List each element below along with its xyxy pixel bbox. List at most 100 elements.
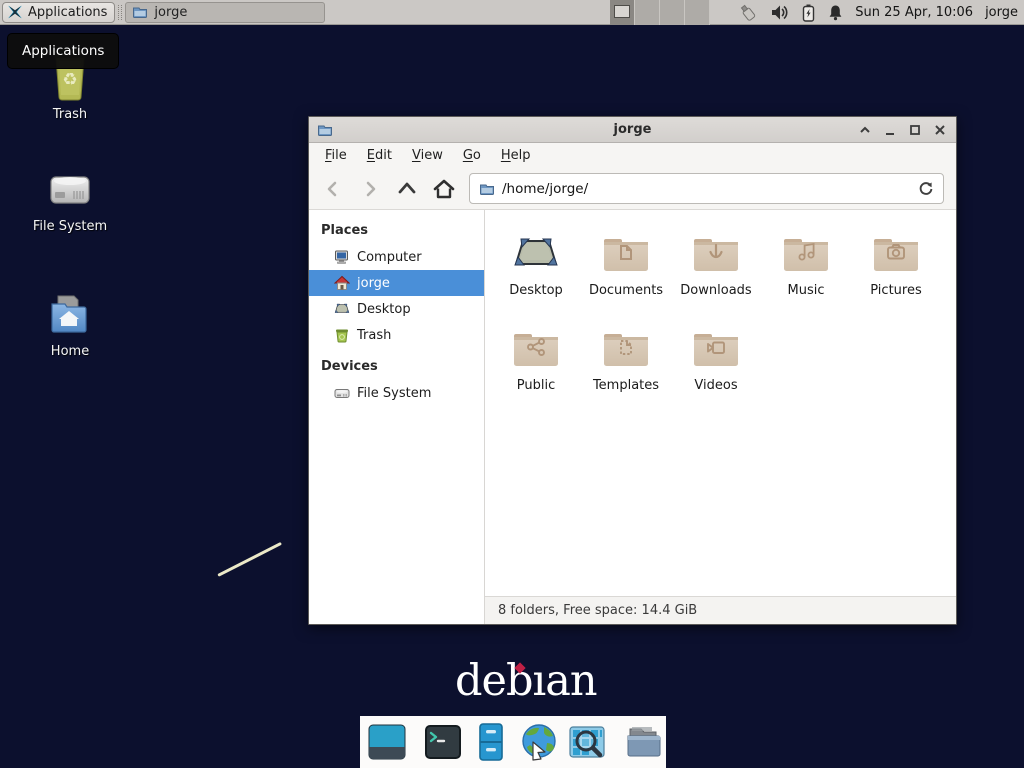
menubar: File Edit View Go Help	[309, 143, 956, 168]
sidebar-item-label: File System	[357, 386, 431, 401]
folder-label: Music	[761, 283, 851, 298]
sidebar-item-jorge[interactable]: jorge	[309, 270, 484, 296]
workspace-2[interactable]	[635, 0, 660, 25]
notifications-bell-icon[interactable]	[828, 4, 843, 21]
folder-templates[interactable]: Templates	[581, 321, 671, 416]
forward-button[interactable]	[352, 174, 387, 204]
sidebar-item-trash[interactable]: Trash	[309, 322, 484, 348]
workspace-3[interactable]	[660, 0, 685, 25]
address-path: /home/jorge/	[502, 181, 588, 197]
folder-icon	[132, 4, 148, 20]
xfce-logo-icon	[6, 3, 24, 21]
window-controls	[857, 122, 948, 138]
sidebar-header-places: Places	[309, 216, 484, 244]
folder-public[interactable]: Public	[491, 321, 581, 416]
desktop-icon-label: Trash	[22, 107, 118, 122]
folder-label: Downloads	[671, 283, 761, 298]
up-button[interactable]	[389, 174, 424, 204]
home-folder-icon	[46, 290, 94, 338]
window-titlebar[interactable]: jorge	[309, 117, 956, 143]
system-tray: Sun 25 Apr, 10:06 jorge	[737, 0, 1018, 25]
folder-downloads[interactable]: Downloads	[671, 226, 761, 321]
desktop-icon-label: Home	[22, 344, 118, 359]
trash-icon	[334, 327, 350, 343]
address-bar[interactable]: /home/jorge/	[469, 173, 944, 204]
sidebar-header-devices: Devices	[309, 352, 484, 380]
reload-button[interactable]	[918, 181, 934, 197]
menu-go[interactable]: Go	[453, 145, 491, 166]
desktop-icon-home[interactable]: Home	[22, 290, 118, 359]
sidebar-item-label: Trash	[357, 328, 391, 343]
folder-label: Pictures	[851, 283, 941, 298]
folder-label: Documents	[581, 283, 671, 298]
battery-icon[interactable]	[801, 4, 816, 22]
svg-text:♻: ♻	[62, 70, 77, 90]
menu-file[interactable]: File	[315, 145, 357, 166]
desktop-artifact-line	[217, 542, 282, 577]
home-icon	[334, 275, 350, 291]
toolbar: /home/jorge/	[309, 168, 956, 210]
menu-help[interactable]: Help	[491, 145, 541, 166]
panel-grip	[118, 5, 122, 20]
folder-desktop[interactable]: Desktop	[491, 226, 581, 321]
show-desktop-button[interactable]	[367, 722, 407, 762]
taskbar-window-button[interactable]: jorge	[125, 2, 325, 23]
sidebar-item-desktop[interactable]: Desktop	[309, 296, 484, 322]
folder-music[interactable]: Music	[761, 226, 851, 321]
menu-view[interactable]: View	[402, 145, 453, 166]
sidebar: Places Computer jorge	[309, 210, 484, 624]
panel-clock[interactable]: Sun 25 Apr, 10:06	[855, 5, 973, 20]
folder-label: Desktop	[491, 283, 581, 298]
folder-label: Templates	[581, 378, 671, 393]
panel-user-menu[interactable]: jorge	[985, 5, 1018, 20]
file-icon-view[interactable]: Desktop Documents	[485, 210, 956, 596]
applications-menu-button[interactable]: Applications	[2, 2, 115, 23]
menu-edit[interactable]: Edit	[357, 145, 402, 166]
window-body: Places Computer jorge	[309, 210, 956, 624]
dock	[360, 716, 666, 768]
desktop-icon	[512, 228, 560, 276]
hard-drive-icon	[46, 165, 94, 213]
sidebar-item-file-system[interactable]: File System	[309, 380, 484, 406]
folder-icon	[479, 181, 495, 197]
sidebar-item-computer[interactable]: Computer	[309, 244, 484, 270]
workspace-switcher	[610, 0, 710, 25]
sidebar-item-label: Desktop	[357, 302, 411, 317]
file-manager-window: jorge File Edit View Go Help	[308, 116, 957, 625]
shade-button[interactable]	[857, 122, 873, 138]
applications-menu-label: Applications	[28, 5, 107, 20]
applications-tooltip: Applications	[7, 33, 119, 69]
music-glyph-holder	[784, 239, 828, 271]
app-finder-launcher[interactable]	[567, 722, 607, 762]
taskbar-window-label: jorge	[154, 5, 187, 20]
sidebar-item-label: Computer	[357, 250, 422, 265]
statusbar: 8 folders, Free space: 14.4 GiB	[485, 596, 956, 624]
maximize-button[interactable]	[907, 122, 923, 138]
folder-label: Public	[491, 378, 581, 393]
desktop-icon-file-system[interactable]: File System	[22, 165, 118, 234]
terminal-launcher[interactable]	[423, 722, 463, 762]
folder-pictures[interactable]: Pictures	[851, 226, 941, 321]
debian-wallpaper-logo: debıan	[455, 660, 597, 703]
hard-drive-icon	[334, 385, 350, 401]
volume-icon[interactable]	[771, 4, 789, 21]
desktop-icon-label: File System	[22, 219, 118, 234]
back-button[interactable]	[315, 174, 350, 204]
web-browser-launcher[interactable]	[519, 722, 559, 762]
folder-documents[interactable]: Documents	[581, 226, 671, 321]
sidebar-item-label: jorge	[357, 276, 390, 291]
folder-label: Videos	[671, 378, 761, 393]
home-button[interactable]	[426, 174, 461, 204]
main-column: Desktop Documents	[485, 210, 956, 624]
directory-menu-button[interactable]	[623, 722, 663, 762]
minimize-button[interactable]	[882, 122, 898, 138]
computer-icon	[334, 249, 350, 265]
removable-media-icon[interactable]	[737, 3, 759, 23]
workspace-1[interactable]	[610, 0, 635, 25]
top-panel: Applications jorge	[0, 0, 1024, 25]
close-button[interactable]	[932, 122, 948, 138]
folder-videos[interactable]: Videos	[671, 321, 761, 416]
workspace-window-thumb	[614, 5, 630, 18]
file-manager-launcher[interactable]	[471, 722, 511, 762]
workspace-4[interactable]	[685, 0, 710, 25]
